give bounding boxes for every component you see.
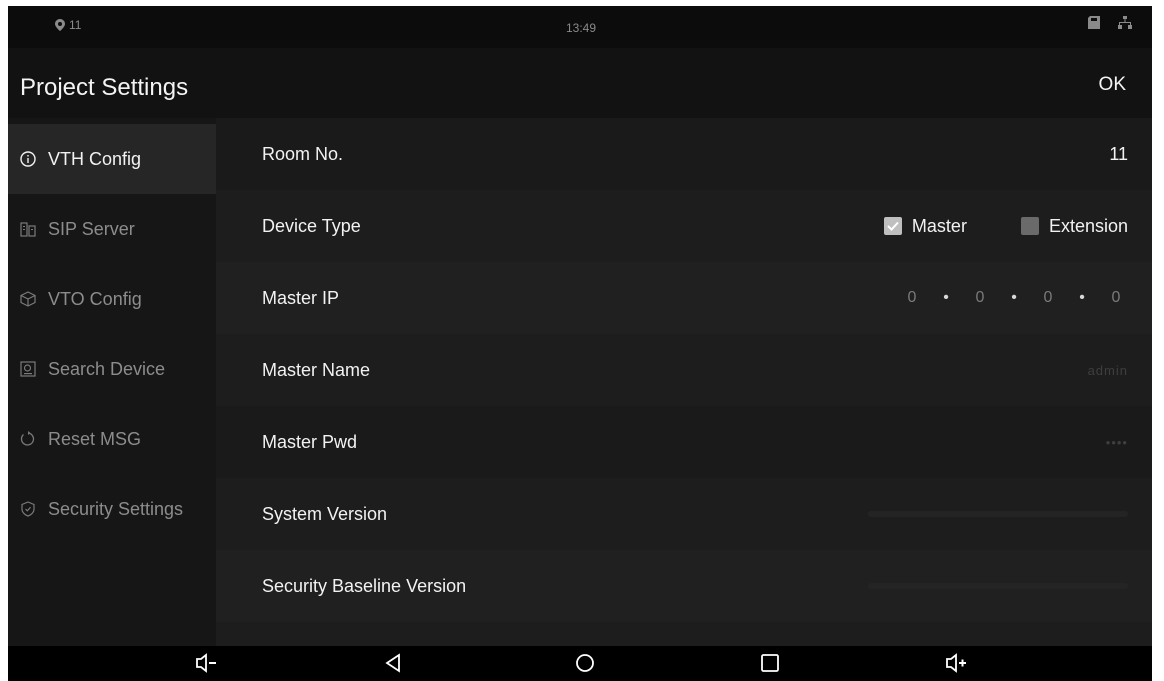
sidebar-item-label: SIP Server [48,218,135,239]
status-time: 13:49 [566,21,597,35]
page-title: Project Settings [20,74,189,101]
volume-up-button[interactable] [944,652,970,674]
master-check-box[interactable] [883,217,902,235]
master-name-label: Master Name [262,359,371,380]
room-no-value[interactable]: 11 [1109,144,1128,165]
cube-icon [20,291,36,307]
master-option-label: Master [911,215,967,236]
sidebar-item-label: VTH Config [48,148,142,169]
home-icon [576,654,594,672]
header: Project Settings OK [8,48,1152,118]
ip-separator: • [1079,289,1085,306]
recent-apps-icon [761,654,779,672]
ip-octet-1[interactable]: 0 [900,289,924,307]
sidebar-item-label: Search Device [48,358,166,379]
security-baseline-row: Security Baseline Version [216,550,1152,622]
status-left-text: 11 [69,18,82,32]
sidebar-item-sip-server[interactable]: SIP Server [8,194,216,264]
sidebar-item-label: Reset MSG [48,428,142,449]
volume-down-icon [196,653,216,673]
search-device-icon [20,361,36,377]
sd-card-icon [1088,16,1100,29]
master-pwd-row[interactable]: Master Pwd •••• [216,406,1152,478]
status-right [1088,16,1132,29]
info-icon [20,151,36,167]
master-pwd-label: Master Pwd [262,431,358,452]
device-type-options: Master Extension [883,215,1128,237]
network-icon [1118,16,1132,29]
master-name-row[interactable]: Master Name admin [216,334,1152,406]
status-left: 11 [55,18,81,32]
security-baseline-value [868,583,1128,589]
navigation-bar [8,646,1152,681]
ip-separator: • [1011,289,1017,306]
back-icon [385,653,400,673]
ip-separator: • [943,289,949,306]
system-version-row: System Version [216,478,1152,550]
ok-button[interactable]: OK [1099,74,1126,96]
ip-octet-3[interactable]: 0 [1036,289,1060,307]
sidebar-item-security-settings[interactable]: Security Settings [8,474,216,544]
sidebar-item-reset-msg[interactable]: Reset MSG [8,404,216,474]
back-button[interactable] [381,652,407,674]
extension-check-box[interactable] [1020,217,1039,235]
master-ip-input[interactable]: 0 • 0 • 0 • 0 [900,289,1128,307]
screen: 11 13:49 Project Settings OK VTH Config … [8,6,1152,646]
server-icon [20,222,36,237]
reset-icon [20,431,35,446]
checkmark-icon [887,221,899,231]
sidebar-item-vto-config[interactable]: VTO Config [8,264,216,334]
system-version-value [868,511,1128,517]
master-ip-row: Master IP 0 • 0 • 0 • 0 [216,262,1152,334]
extension-option-label: Extension [1048,215,1128,236]
sidebar-item-label: Security Settings [48,498,184,519]
system-version-label: System Version [262,503,388,524]
device-type-label: Device Type [262,215,361,236]
volume-down-button[interactable] [194,652,220,674]
extension-checkbox[interactable]: Extension [1020,215,1128,237]
settings-panel: Room No. 11 Device Type Master Extension [216,118,1152,646]
location-pin-icon [55,19,65,31]
volume-up-icon [946,653,966,673]
sidebar-item-search-device[interactable]: Search Device [8,334,216,404]
room-no-label: Room No. [262,143,344,164]
ip-octet-4[interactable]: 0 [1104,289,1128,307]
sidebar-item-vth-config[interactable]: VTH Config [8,124,216,194]
shield-icon [21,501,35,517]
master-pwd-value[interactable]: •••• [1106,435,1128,450]
ip-octet-2[interactable]: 0 [968,289,992,307]
sidebar: VTH Config SIP Server VTO Config Search … [8,118,216,646]
recent-apps-button[interactable] [757,652,783,674]
master-checkbox[interactable]: Master [883,215,967,237]
master-ip-label: Master IP [262,287,340,308]
sidebar-item-label: VTO Config [48,288,142,309]
status-bar: 11 13:49 [8,6,1152,48]
device-type-row: Device Type Master Extension [216,190,1152,262]
home-button[interactable] [572,652,598,674]
security-baseline-label: Security Baseline Version [262,575,467,596]
master-name-value[interactable]: admin [1088,363,1128,378]
room-no-row[interactable]: Room No. 11 [216,118,1152,190]
